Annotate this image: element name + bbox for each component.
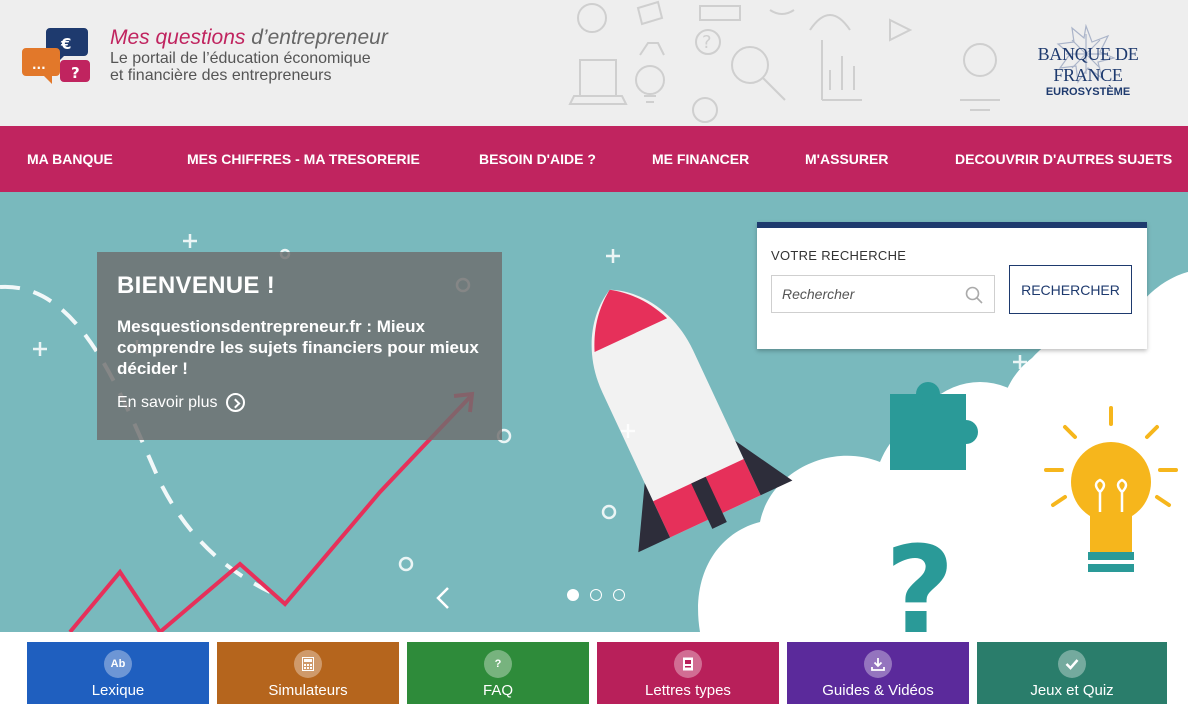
welcome-title: BIENVENUE !	[117, 272, 275, 299]
svg-text:?: ?	[885, 522, 955, 632]
site-logo[interactable]: € ... ? Mes questions d’entrepreneur Le …	[22, 24, 388, 86]
nav-item-decouvrir[interactable]: DECOUVRIR D'AUTRES SUJETS	[955, 126, 1172, 192]
tile-label: Guides & Vidéos	[822, 682, 934, 699]
chevron-right-circle-icon	[225, 393, 245, 412]
search-panel: VOTRE RECHERCHE RECHERCHER	[757, 222, 1147, 349]
nav-item-besoin-aide[interactable]: BESOIN D'AIDE ?	[479, 126, 596, 192]
document-icon	[674, 650, 702, 678]
doodle-background: ?	[568, 0, 1000, 123]
svg-text:?: ?	[702, 32, 712, 53]
site-header: ? € ... ? Mes questions d’entrepreneur L…	[0, 0, 1188, 126]
search-label: VOTRE RECHERCHE	[771, 248, 907, 263]
svg-text:€: €	[60, 35, 71, 53]
tile-lexique[interactable]: Ab Lexique	[27, 642, 209, 704]
download-icon	[864, 650, 892, 678]
logo-subtitle-line-1: Le portail de l’éducation économique	[110, 50, 371, 67]
tile-simulateurs[interactable]: Simulateurs	[217, 642, 399, 704]
logo-title-accent: Mes questions	[110, 26, 246, 49]
tile-faq[interactable]: ? FAQ	[407, 642, 589, 704]
welcome-text: Mesquestionsdentrepreneur.fr : Mieux com…	[117, 317, 479, 378]
tile-label: Jeux et Quiz	[1030, 682, 1114, 699]
main-navigation: MA BANQUE MES CHIFFRES - MA TRESORERIE B…	[0, 126, 1188, 192]
nav-item-m-assurer[interactable]: M'ASSURER	[805, 126, 888, 192]
nav-item-me-financer[interactable]: ME FINANCER	[652, 126, 749, 192]
logo-title-rest: d’entrepreneur	[245, 26, 388, 49]
check-icon	[1058, 650, 1086, 678]
tile-label: Lettres types	[645, 682, 731, 699]
tile-label: Lexique	[91, 682, 145, 699]
carousel-dot-2[interactable]	[590, 589, 602, 601]
calculator-icon	[294, 650, 322, 678]
welcome-panel: BIENVENUE ! Mesquestionsdentrepreneur.fr…	[97, 252, 502, 440]
banque-de-france-logo[interactable]: BANQUE DE FRANCE EUROSYSTÈME	[1008, 24, 1168, 104]
carousel-dot-1[interactable]	[567, 589, 579, 601]
logo-subtitle-line-2: et financière des entrepreneurs	[110, 67, 332, 84]
search-icon	[965, 286, 983, 304]
search-button[interactable]: RECHERCHER	[1009, 265, 1132, 314]
question-icon: ?	[484, 650, 512, 678]
search-input[interactable]	[771, 275, 995, 313]
carousel-dot-3[interactable]	[613, 589, 625, 601]
nav-item-ma-banque[interactable]: MA BANQUE	[27, 126, 113, 192]
bank-name: BANQUE DE FRANCE	[1037, 44, 1139, 85]
svg-text:...: ...	[32, 58, 46, 72]
tile-label: FAQ	[482, 682, 513, 699]
lexicon-icon: Ab	[104, 650, 132, 678]
chat-bubbles-icon: € ... ?	[22, 28, 90, 84]
tile-guides-videos[interactable]: Guides & Vidéos	[787, 642, 969, 704]
hero-carousel: ? BIENVENUE ! Mesquestionsdentrepreneur.…	[0, 192, 1188, 632]
logo-title: Mes questions d’entrepreneur	[110, 26, 388, 50]
tile-lettres-types[interactable]: Lettres types	[597, 642, 779, 704]
svg-text:?: ?	[71, 64, 80, 82]
bank-subtitle: EUROSYSTÈME	[1045, 86, 1131, 98]
learn-more-label: En savoir plus	[117, 393, 218, 411]
learn-more-link[interactable]: En savoir plus	[117, 393, 482, 412]
nav-item-mes-chiffres[interactable]: MES CHIFFRES - MA TRESORERIE	[187, 126, 420, 192]
tile-jeux-quiz[interactable]: Jeux et Quiz	[977, 642, 1167, 704]
tile-label: Simulateurs	[268, 682, 348, 699]
carousel-prev-icon[interactable]	[434, 586, 454, 610]
